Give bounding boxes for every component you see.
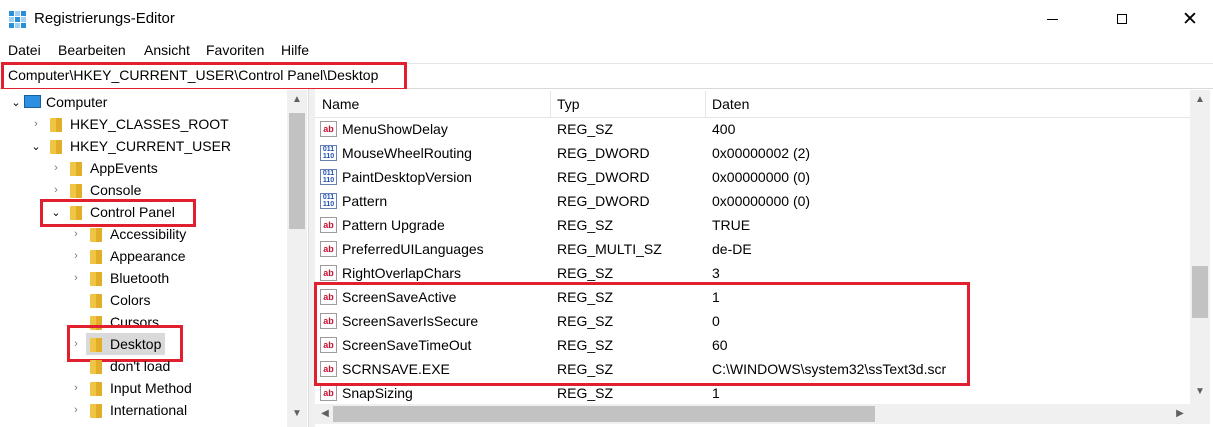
tree-item-appevents[interactable]: › AppEvents: [48, 157, 158, 179]
menu-ansicht[interactable]: Ansicht: [144, 42, 190, 58]
window-title: Registrierungs-Editor: [34, 10, 175, 27]
folder-icon: [70, 183, 82, 198]
value-row[interactable]: 011 110 PaintDesktopVersion REG_DWORD 0x0…: [315, 165, 1190, 189]
values-vertical-scrollbar-thumb[interactable]: [1192, 266, 1208, 318]
tree-item-input-method[interactable]: › Input Method: [68, 377, 192, 399]
scroll-up-icon[interactable]: ▲: [287, 94, 307, 105]
folder-icon: [90, 271, 102, 286]
string-value-icon: ab: [320, 217, 337, 233]
string-value-icon: ab: [320, 385, 337, 401]
menu-hilfe[interactable]: Hilfe: [281, 42, 309, 58]
scroll-left-icon[interactable]: ◀: [315, 408, 335, 419]
value-row[interactable]: 011 110 Pattern REG_DWORD 0x00000000 (0): [315, 189, 1190, 213]
values-vertical-scrollbar[interactable]: ▲ ▼: [1190, 90, 1210, 404]
tree-scrollbar-thumb[interactable]: [289, 113, 305, 229]
regedit-app-icon: [9, 11, 26, 28]
folder-icon: [90, 293, 102, 308]
folder-icon: [50, 117, 62, 132]
tree-item-hkey-current-user[interactable]: ⌄ HKEY_CURRENT_USER: [28, 135, 231, 157]
maximize-icon: [1117, 14, 1127, 24]
value-row[interactable]: ab Pattern Upgrade REG_SZ TRUE: [315, 213, 1190, 237]
minimize-icon: [1046, 18, 1058, 20]
folder-icon: [90, 359, 102, 374]
scroll-right-icon[interactable]: ▶: [1170, 408, 1190, 419]
tree-item-appearance[interactable]: › Appearance: [68, 245, 185, 267]
folder-icon: [50, 139, 62, 154]
chevron-right-icon[interactable]: ›: [68, 382, 84, 394]
chevron-right-icon[interactable]: ›: [48, 162, 64, 174]
menu-datei[interactable]: Datei: [8, 42, 41, 58]
tree-item-console[interactable]: › Console: [48, 179, 141, 201]
string-value-icon: ab: [320, 121, 337, 137]
column-header-data[interactable]: Daten: [712, 96, 749, 112]
binary-value-icon: 011 110: [320, 169, 337, 185]
tree-item-accessibility[interactable]: › Accessibility: [68, 223, 186, 245]
value-row[interactable]: ab PreferredUILanguages REG_MULTI_SZ de-…: [315, 237, 1190, 261]
chevron-right-icon[interactable]: ›: [68, 404, 84, 416]
folder-icon: [90, 381, 102, 396]
binary-value-icon: 011 110: [320, 145, 337, 161]
chevron-right-icon[interactable]: ›: [68, 250, 84, 262]
chevron-right-icon[interactable]: ›: [28, 118, 44, 130]
tree-item-dont-load[interactable]: don't load: [68, 355, 170, 377]
menu-favoriten[interactable]: Favoriten: [206, 42, 264, 58]
tree-item-bluetooth[interactable]: › Bluetooth: [68, 267, 169, 289]
value-row[interactable]: 011 110 MouseWheelRouting REG_DWORD 0x000…: [315, 141, 1190, 165]
values-horizontal-scrollbar-thumb[interactable]: [333, 406, 875, 422]
folder-icon: [90, 249, 102, 264]
chevron-down-icon[interactable]: ⌄: [28, 140, 44, 153]
minimize-button[interactable]: [1029, 0, 1075, 38]
string-value-icon: ab: [320, 241, 337, 257]
binary-value-icon: 011 110: [320, 193, 337, 209]
close-icon: ✕: [1182, 8, 1198, 30]
string-value-icon: ab: [320, 265, 337, 281]
value-row[interactable]: ab MenuShowDelay REG_SZ 400: [315, 117, 1190, 141]
list-header: [315, 90, 1190, 118]
menu-bearbeiten[interactable]: Bearbeiten: [58, 42, 126, 58]
tree-item-computer[interactable]: ⌄ Computer: [8, 91, 107, 113]
scrollbar-corner: [1190, 404, 1210, 424]
scroll-down-icon[interactable]: ▼: [287, 408, 307, 419]
scroll-down-icon[interactable]: ▼: [1190, 386, 1210, 397]
tree-item-hkey-classes-root[interactable]: › HKEY_CLASSES_ROOT: [28, 113, 229, 135]
address-highlight-box: [1, 62, 407, 91]
column-header-type[interactable]: Typ: [557, 96, 580, 112]
chevron-right-icon[interactable]: ›: [68, 228, 84, 240]
tree-item-international[interactable]: › International: [68, 399, 187, 421]
chevron-down-icon[interactable]: ⌄: [8, 96, 24, 109]
scroll-up-icon[interactable]: ▲: [1190, 94, 1210, 105]
menu-bar: Datei Bearbeiten Ansicht Favoriten Hilfe: [0, 40, 1213, 62]
screensaver-values-highlight-box: [314, 282, 970, 386]
column-divider[interactable]: [550, 91, 551, 117]
folder-icon: [70, 161, 82, 176]
maximize-button[interactable]: [1099, 0, 1145, 38]
chevron-right-icon[interactable]: ›: [68, 272, 84, 284]
tree-item-colors[interactable]: Colors: [68, 289, 150, 311]
chevron-right-icon[interactable]: ›: [48, 184, 64, 196]
column-divider[interactable]: [705, 91, 706, 117]
column-header-name[interactable]: Name: [322, 96, 359, 112]
close-button[interactable]: ✕: [1167, 0, 1213, 38]
folder-icon: [90, 403, 102, 418]
folder-icon: [90, 227, 102, 242]
computer-icon: [24, 94, 41, 108]
